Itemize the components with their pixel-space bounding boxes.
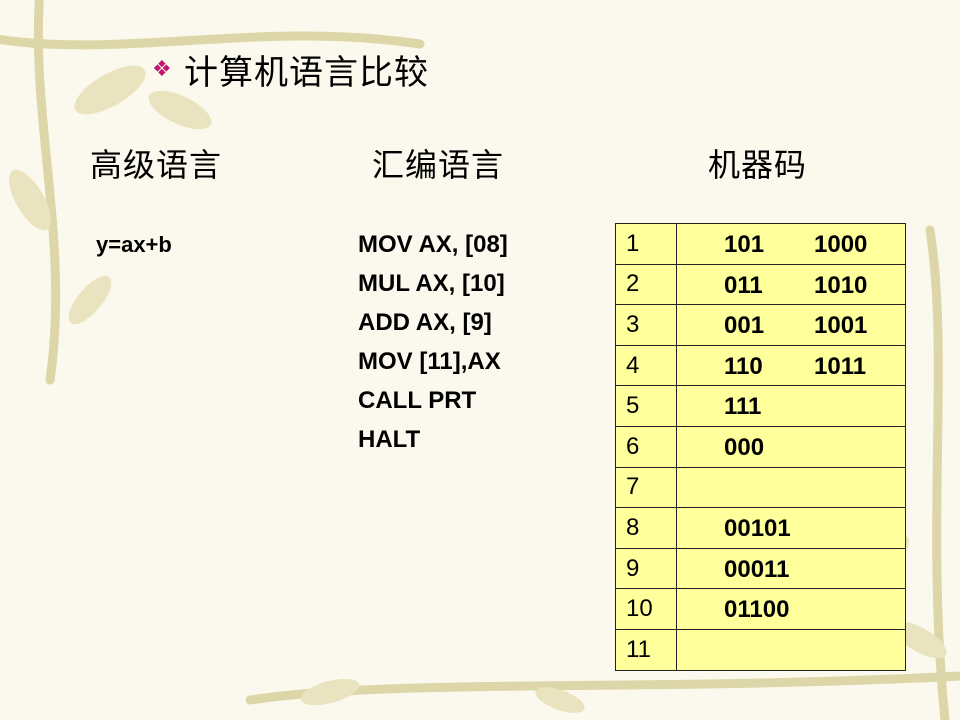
assembly-line: CALL PRT <box>358 387 477 414</box>
opcode-value: 00101 <box>724 515 791 543</box>
code-cell: 110 1011 <box>676 344 906 387</box>
table-row: 4 110 1011 <box>615 344 906 387</box>
code-cell <box>676 466 906 509</box>
table-row: 5 111 <box>615 385 906 427</box>
assembly-header: 汇编语言 <box>372 146 505 184</box>
table-row: 7 <box>615 466 906 509</box>
code-cell: 111 <box>676 385 906 427</box>
address-cell: 1 <box>615 223 677 265</box>
slide-title-row: ❖ 计算机语言比较 <box>152 44 429 94</box>
code-cell: 00101 <box>676 507 906 549</box>
assembly-line: MOV [11],AX <box>358 348 501 375</box>
opcode-value: 001 <box>724 312 765 340</box>
table-row: 2 011 1010 <box>615 263 906 306</box>
address-cell: 8 <box>615 507 677 549</box>
assembly-line: ADD AX, [9] <box>358 309 492 336</box>
code-cell: 001 1001 <box>676 304 906 346</box>
table-row: 11 <box>615 628 906 671</box>
table-row: 10 01100 <box>615 588 906 630</box>
code-cell: 101 1000 <box>676 223 906 265</box>
address-cell: 7 <box>615 466 677 509</box>
assembly-line: HALT <box>358 426 421 453</box>
address-cell: 4 <box>615 344 677 387</box>
assembly-line: MOV AX, [08] <box>358 231 508 258</box>
opcode-value: 000 <box>724 433 765 461</box>
opcode-value: 110 <box>724 352 763 380</box>
address-cell: 11 <box>615 628 677 671</box>
slide-title: 计算机语言比较 <box>184 52 429 93</box>
code-cell: 000 <box>676 425 906 468</box>
code-cell: 01100 <box>676 588 906 630</box>
code-cell: 00011 <box>676 547 906 590</box>
assembly-code-list: MOV AX, [08] MUL AX, [10] ADD AX, [9] MO… <box>358 228 508 462</box>
operand-value: 1001 <box>814 312 868 340</box>
operand-value: 1011 <box>814 352 867 380</box>
diamond-bullet-icon: ❖ <box>152 56 172 82</box>
machine-code-table: 1 101 1 000 2 011 1010 3 001 1001 4 110 1011 … <box>615 223 906 671</box>
table-row: 9 00011 <box>615 547 906 590</box>
opcode-value: 011 <box>724 271 763 299</box>
code-cell: 011 1010 <box>676 263 906 306</box>
opcode-value: 101 <box>724 231 765 258</box>
table-row: 8 00101 <box>615 507 906 549</box>
high-level-expression: y=ax+b <box>96 232 172 257</box>
address-cell: 5 <box>615 385 677 427</box>
assembly-line: MUL AX, [10] <box>358 270 505 297</box>
address-cell: 10 <box>615 588 677 630</box>
address-cell: 6 <box>615 425 677 468</box>
table-row: 3 001 1001 <box>615 304 906 346</box>
operand-value: 1010 <box>814 271 868 299</box>
address-cell: 2 <box>615 263 677 306</box>
address-cell: 3 <box>615 304 677 346</box>
opcode-value: 01100 <box>724 596 790 624</box>
operand-value: 1000 <box>814 231 868 258</box>
address-cell: 9 <box>615 547 677 590</box>
opcode-value: 00011 <box>724 555 790 583</box>
opcode-value: 111 <box>724 393 762 421</box>
code-cell <box>676 628 906 671</box>
table-row: 6 000 <box>615 425 906 468</box>
table-row: 1 101 1000 <box>615 223 906 265</box>
machine-code-header: 机器码 <box>708 146 808 184</box>
high-level-header: 高级语言 <box>90 146 223 184</box>
